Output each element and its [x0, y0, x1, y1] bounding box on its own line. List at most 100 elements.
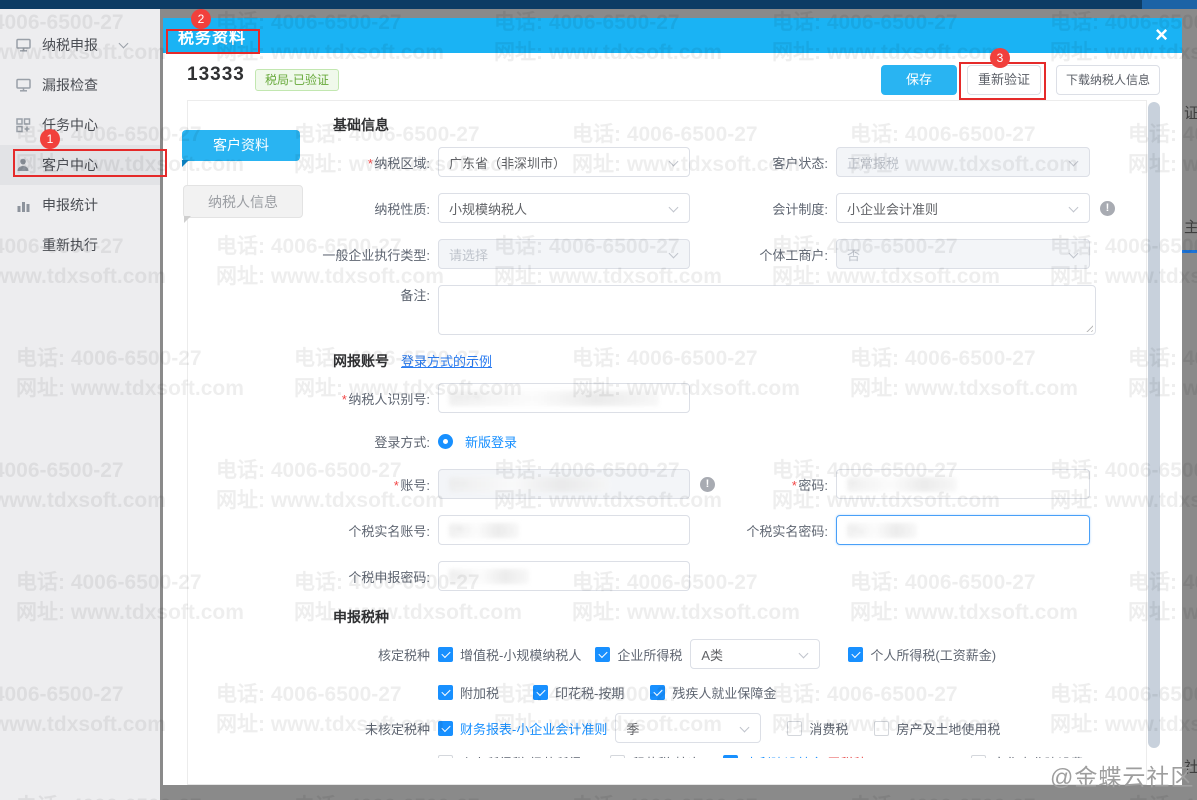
dialog-header: 税务资料 × [163, 18, 1182, 53]
checkbox-surtax[interactable]: 附加税 [438, 683, 499, 702]
background-fragment: 社 [1184, 759, 1197, 776]
checkbox-personal-income-tax-business[interactable]: 个人所得税(经营所得) [438, 747, 586, 758]
login-mode-option[interactable]: 新版登录 [465, 432, 517, 451]
field-label: * 纳税人识别号 [188, 389, 438, 408]
sidebar-item-tax-declare[interactable]: 纳税申报 [0, 25, 160, 65]
chevron-down-icon [668, 248, 679, 259]
tax-region-select[interactable]: 广东省（非深圳市） [438, 147, 690, 177]
password-input[interactable]: ··· [836, 469, 1090, 499]
sidebar-item-customer-center[interactable]: 客户中心 [0, 145, 160, 185]
personal-tax-password-input[interactable]: · - , [836, 515, 1090, 545]
user-icon [14, 156, 32, 174]
group-label: 未核定税种 [364, 721, 430, 737]
sidebar-item-label: 漏报检查 [42, 77, 98, 93]
tab-fold [182, 160, 189, 167]
tab-customer-info[interactable]: 客户资料 [182, 130, 300, 167]
checkbox-water-fund[interactable]: 水利建设基金 (无税种) [723, 747, 871, 758]
checkbox-financial-statements[interactable]: 财务报表-小企业会计准则 [438, 719, 607, 738]
form-panel: 基础信息 *纳税区域 广东省（非深圳市） 客户状态 正常报税 纳税性质 小规模纳… [187, 100, 1147, 785]
checkbox-stamp-tax-per-time[interactable]: 印花税-按次 [609, 747, 701, 758]
close-icon[interactable]: × [1155, 22, 1168, 48]
checkbox-corporate-income-tax[interactable]: 企业所得税 [595, 645, 682, 664]
sidebar-item-task-center[interactable]: 任务中心 [0, 105, 160, 145]
checkbox-disability-fund[interactable]: 残疾人就业保障金 [650, 683, 776, 702]
reverify-button[interactable]: 重新验证 [967, 65, 1041, 95]
declare-password-input[interactable]: : ·· · [438, 561, 690, 591]
checkbox-checked-icon [848, 646, 864, 662]
status-badge: 税局-已验证 [255, 69, 339, 91]
info-icon: ! [700, 476, 715, 492]
enterprise-exec-type-select: 请选择 [438, 239, 690, 269]
field-label: 会计制度 [690, 199, 836, 218]
radio-checked-icon[interactable] [438, 433, 453, 449]
checkbox-unchecked-icon [438, 754, 453, 758]
corporate-tax-type-select[interactable]: A类 [690, 639, 821, 669]
remark-textarea[interactable] [438, 285, 1096, 335]
checkbox-personal-income-tax-salary[interactable]: 个人所得税(工资薪金) [848, 645, 996, 664]
field-label: * 账号 [188, 475, 438, 494]
chevron-down-icon [118, 38, 129, 49]
checkbox-checked-icon [438, 646, 453, 662]
checkbox-checked-icon [723, 754, 739, 758]
checkbox-stamp-tax-periodic[interactable]: 印花税-按期 [533, 683, 624, 702]
checkbox-checked-icon [438, 720, 453, 736]
sidebar-item-label: 纳税申报 [42, 37, 98, 53]
chevron-down-icon [1068, 156, 1079, 167]
checkbox-unchecked-icon [874, 720, 890, 736]
field-label: 一般企业执行类型 [188, 245, 438, 264]
checkbox-checked-icon [438, 684, 453, 700]
field-label: 客户状态 [690, 153, 836, 172]
section-title-account: 网报账号 登录方式的示例 [333, 353, 493, 369]
checkbox-consumption-tax[interactable]: 消费税 [787, 719, 848, 738]
customer-status-select: 正常报税 [836, 147, 1090, 177]
checkbox-property-land-tax[interactable]: 房产及土地使用税 [874, 719, 1000, 738]
dialog-toolbar: 13333 税局-已验证 保存 重新验证 下载纳税人信息 [163, 53, 1182, 100]
scrollbar-thumb[interactable] [1148, 102, 1160, 748]
accounting-system-select[interactable]: 小企业会计准则 [836, 193, 1090, 223]
field-label: 个税申报密码 [188, 567, 438, 586]
sidebar-item-label: 申报统计 [42, 197, 98, 213]
tab-fold [184, 216, 191, 223]
section-title-basic: 基础信息 [333, 117, 389, 133]
grid-icon [14, 116, 32, 134]
monitor-icon [14, 76, 32, 94]
field-label: 个税实名密码 [690, 521, 836, 540]
group-label: 核定税种 [377, 647, 430, 663]
checkbox-checked-icon [650, 684, 666, 700]
tax-info-dialog: 税务资料 × 13333 税局-已验证 保存 重新验证 下载纳税人信息 客户资料… [163, 18, 1182, 785]
chevron-down-icon [668, 202, 679, 213]
dialog-title: 税务资料 [178, 29, 247, 47]
background-fragment-line [1182, 250, 1197, 253]
tax-nature-select[interactable]: 小规模纳税人 [438, 193, 690, 223]
sidebar-item-declare-stats[interactable]: 申报统计 [0, 185, 160, 225]
monitor-icon [14, 36, 32, 54]
field-label: 备注 [188, 285, 438, 304]
sidebar-item-re-execute[interactable]: 重新执行 [0, 225, 160, 265]
field-label: 登录方式 [188, 432, 438, 451]
bar-chart-icon [14, 196, 32, 214]
account-input: · · · [438, 469, 690, 499]
save-button[interactable]: 保存 [881, 65, 957, 95]
sidebar: 纳税申报 漏报检查 任务中心 客户中心 申报统计 重新执行 [0, 9, 160, 800]
checkbox-checked-icon [533, 684, 549, 700]
statement-period-select[interactable]: 季 [615, 713, 762, 743]
sidebar-item-missed-check[interactable]: 漏报检查 [0, 65, 160, 105]
checkbox-unchecked-icon [787, 720, 803, 736]
checkbox-unchecked-icon [970, 754, 986, 758]
checkbox-culture-fee[interactable]: 文化事业建设费 [970, 747, 1084, 758]
personal-tax-account-input[interactable]: · ¬ · [438, 515, 690, 545]
top-titlebar [0, 0, 1197, 9]
chevron-down-icon [739, 722, 750, 733]
download-taxpayer-info-button[interactable]: 下载纳税人信息 [1056, 65, 1160, 95]
field-label: 个体工商户 [690, 245, 836, 264]
background-fragment: 主 [1184, 219, 1197, 236]
login-example-link[interactable]: 登录方式的示例 [401, 354, 492, 369]
chevron-down-icon [798, 648, 809, 659]
sidebar-item-label: 任务中心 [42, 117, 98, 133]
record-id: 13333 [187, 64, 245, 85]
tab-taxpayer-info[interactable]: 纳税人信息 [183, 185, 303, 223]
background-fragment: 证 [1184, 105, 1197, 122]
checkbox-checked-icon [595, 646, 611, 662]
checkbox-vat-small-scale[interactable]: 增值税-小规模纳税人 [438, 645, 581, 664]
taxpayer-id-input[interactable]: · ·· - ¬ [438, 383, 690, 413]
